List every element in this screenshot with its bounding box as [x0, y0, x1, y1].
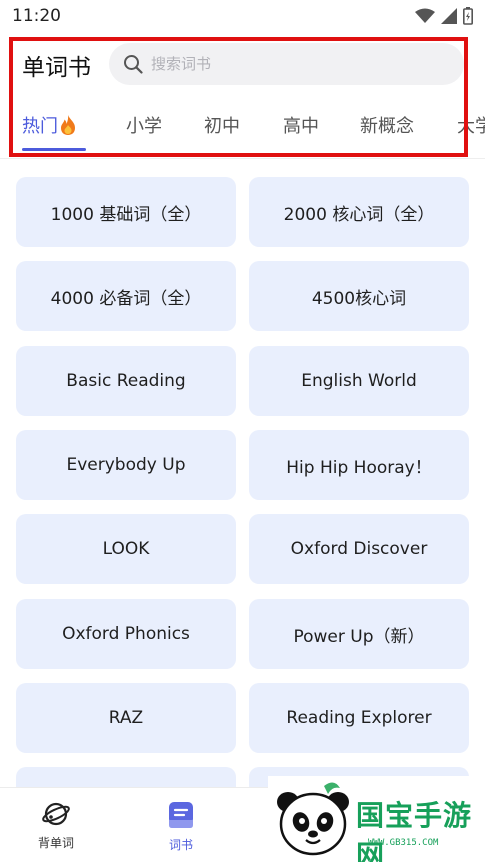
- wifi-icon: [415, 8, 435, 23]
- book-card[interactable]: Reading Explorer: [249, 683, 469, 753]
- status-time: 11:20: [12, 6, 61, 26]
- book-card[interactable]: LOOK: [16, 514, 236, 584]
- nav-memorize[interactable]: 背单词: [38, 800, 74, 851]
- battery-icon: [463, 7, 473, 25]
- tab-new-concept[interactable]: 新概念: [360, 112, 414, 138]
- book-card[interactable]: 4000 必备词（全）: [16, 261, 236, 331]
- watermark-url: WWW.GB315.COM: [368, 838, 439, 848]
- book-grid: 1000 基础词（全） 2000 核心词（全） 4000 必备词（全） 4500…: [16, 177, 469, 787]
- tab-junior-high[interactable]: 初中: [204, 112, 240, 138]
- book-icon: [169, 802, 193, 828]
- book-card[interactable]: [16, 767, 236, 787]
- search-icon: [124, 55, 143, 74]
- search-input[interactable]: [151, 55, 451, 73]
- tab-primary-school[interactable]: 小学: [126, 112, 162, 138]
- tab-label: 新概念: [360, 116, 414, 137]
- active-tab-indicator: [22, 148, 86, 151]
- watermark-text: 国宝手游网: [356, 799, 473, 862]
- divider: [0, 158, 485, 159]
- status-icons: [415, 7, 473, 25]
- header: 单词书 热门 小学 初中 高中 新概念 大学: [0, 34, 485, 158]
- category-tabs: 热门 小学 初中 高中 新概念 大学: [0, 110, 485, 158]
- book-card[interactable]: RAZ: [16, 683, 236, 753]
- book-card[interactable]: Basic Reading: [16, 346, 236, 416]
- tab-label: 小学: [126, 116, 162, 137]
- fire-icon: [61, 115, 75, 135]
- tab-university[interactable]: 大学: [457, 112, 485, 138]
- nav-wordbooks[interactable]: 词书: [166, 800, 196, 853]
- tab-label: 初中: [204, 116, 240, 137]
- nav-label: 背单词: [38, 836, 75, 850]
- book-card[interactable]: Oxford Phonics: [16, 599, 236, 669]
- planet-icon: [42, 802, 70, 826]
- tab-label: 高中: [283, 116, 319, 137]
- page-title: 单词书: [22, 55, 91, 81]
- book-card[interactable]: Oxford Discover: [249, 514, 469, 584]
- panda-logo: [277, 782, 349, 856]
- book-card[interactable]: Hip Hip Hooray！: [249, 430, 469, 500]
- tab-label: 热门: [22, 116, 58, 137]
- tab-senior-high[interactable]: 高中: [283, 112, 319, 138]
- book-card[interactable]: Power Up（新）: [249, 599, 469, 669]
- book-card[interactable]: English World: [249, 346, 469, 416]
- book-card[interactable]: 1000 基础词（全）: [16, 177, 236, 247]
- book-card[interactable]: 2000 核心词（全）: [249, 177, 469, 247]
- tab-hot[interactable]: 热门: [22, 112, 77, 138]
- watermark: 国宝手游网 WWW.GB315.COM: [268, 776, 485, 862]
- status-bar: 11:20: [0, 0, 485, 32]
- book-card[interactable]: 4500核心词: [249, 261, 469, 331]
- search-bar[interactable]: [109, 43, 464, 85]
- nav-label: 词书: [168, 838, 193, 852]
- tab-label: 大学: [457, 116, 485, 137]
- book-card[interactable]: Everybody Up: [16, 430, 236, 500]
- signal-icon: [441, 8, 457, 24]
